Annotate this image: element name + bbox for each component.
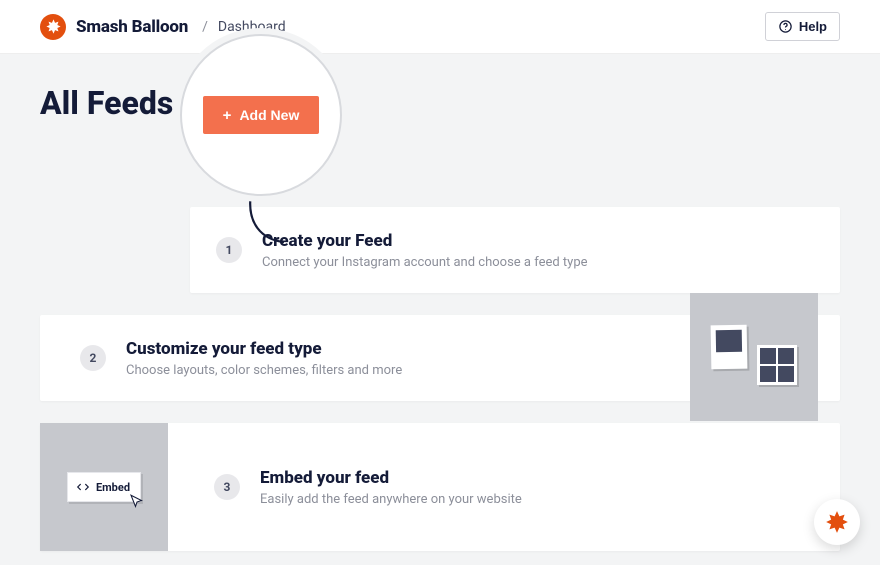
step-desc: Connect your Instagram account and choos… [262,255,588,270]
brand-logo-icon [40,14,66,40]
step-title: Embed your feed [260,468,522,488]
code-icon [76,480,90,494]
burst-icon [824,509,850,535]
step-title: Customize your feed type [126,339,402,359]
step-desc: Choose layouts, color schemes, filters a… [126,363,402,378]
layout-tile-icon [711,325,748,370]
support-fab[interactable] [814,499,860,545]
top-bar: Smash Balloon / Dashboard Help [0,0,880,54]
breadcrumb[interactable]: Dashboard [218,19,286,35]
step-card-3: Embed 3 Embed your feed Easily add the f… [40,423,840,551]
step-number: 1 [216,237,242,263]
step-desc: Easily add the feed anywhere on your web… [260,492,522,507]
grid-tile-icon [757,345,797,385]
step-number: 3 [214,474,240,500]
cursor-icon [128,493,146,511]
add-new-button[interactable]: + Add New [203,96,320,134]
step-title: Create your Feed [262,231,588,251]
help-icon [778,19,793,34]
embed-chip-label: Embed [96,481,130,494]
step-card-2: 2 Customize your feed type Choose layout… [40,315,840,401]
brand-name: Smash Balloon [76,17,188,37]
add-new-highlight: + Add New [180,34,342,196]
breadcrumb-separator: / [202,19,208,35]
page-header: All Feeds [40,84,840,122]
help-button[interactable]: Help [765,12,840,41]
plus-icon: + [223,108,232,123]
embed-chip: Embed [67,472,141,502]
embed-illustration: Embed [40,423,168,551]
layout-illustration [690,293,818,421]
step-number: 2 [80,345,106,371]
add-new-label: Add New [239,107,299,123]
step-card-1: 1 Create your Feed Connect your Instagra… [190,207,840,293]
help-label: Help [799,19,827,34]
page-title: All Feeds [40,84,173,122]
